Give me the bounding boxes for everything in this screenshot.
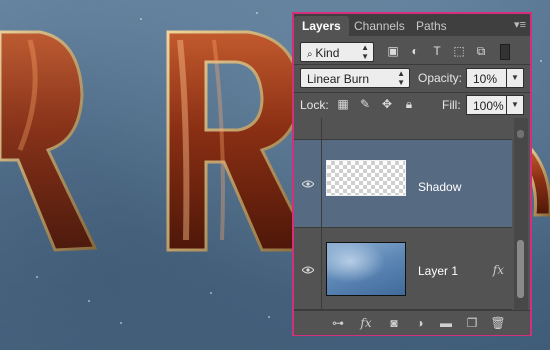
filter-kind-label: Kind: [315, 46, 340, 60]
shape-layer-filter-icon[interactable]: ⬚: [452, 44, 466, 58]
filter-row: ⌕ Kind ▲ ▼ ▣ ◐ T ⬚ ⧉: [300, 40, 524, 64]
stepper-arrows-icon: ▲ ▼: [397, 69, 405, 87]
new-adjustment-layer-icon[interactable]: ◑: [412, 315, 428, 331]
visibility-cell: [294, 228, 322, 309]
visibility-cell: [294, 140, 322, 227]
lock-transparent-pixels-icon[interactable]: ▦: [336, 97, 350, 111]
lock-image-pixels-icon[interactable]: ✎: [358, 97, 372, 111]
delete-layer-trash-icon[interactable]: 🗑︎: [490, 315, 506, 331]
visibility-cell: [294, 118, 322, 139]
add-mask-icon[interactable]: ◙: [386, 315, 402, 331]
lock-position-icon[interactable]: ✥: [380, 97, 394, 111]
layer-name-layer-1[interactable]: Layer 1: [418, 264, 458, 278]
filter-toggle-switch[interactable]: [500, 44, 510, 60]
divider: [294, 64, 530, 65]
pixel-layer-filter-icon[interactable]: ▣: [386, 44, 400, 58]
tab-channels[interactable]: Channels: [346, 16, 413, 36]
fill-dropdown-button[interactable]: ▼: [506, 95, 524, 115]
eye-icon[interactable]: [302, 266, 314, 274]
fill-input[interactable]: 100%: [466, 95, 508, 115]
opacity-label: Opacity:: [418, 71, 463, 85]
panel-footer: ⊶ fx ◙ ◑ ▬ ❐ 🗑︎: [294, 310, 530, 335]
blend-mode-select[interactable]: Linear Burn ▲ ▼: [300, 68, 410, 88]
layer-row-layer-1[interactable]: Layer 1 fx: [294, 228, 512, 310]
type-layer-filter-icon[interactable]: T: [430, 44, 444, 58]
panel-tab-bar: Layers Channels Paths ▾≡: [294, 14, 530, 36]
blend-row: Linear Burn ▲ ▼ Opacity: 10% ▼: [300, 66, 524, 90]
smart-object-filter-icon[interactable]: ⧉: [474, 44, 488, 58]
fill-label: Fill:: [442, 98, 461, 112]
new-group-folder-icon[interactable]: ▬: [438, 315, 454, 331]
tab-layers[interactable]: Layers: [294, 16, 349, 36]
stepper-arrows-icon: ▲ ▼: [361, 43, 369, 61]
layer-row-shadow[interactable]: Shadow: [294, 140, 512, 228]
blend-mode-label: Linear Burn: [307, 72, 370, 86]
lock-row: Lock: ▦ ✎ ✥ 🔒︎ Fill: 100% ▼: [300, 94, 524, 116]
panel-menu-icon[interactable]: ▾≡: [514, 18, 526, 31]
opacity-dropdown-button[interactable]: ▼: [506, 68, 524, 88]
new-layer-icon[interactable]: ❐: [464, 315, 480, 331]
layers-panel: Layers Channels Paths ▾≡ ⌕ Kind ▲ ▼ ▣ ◐ T…: [292, 12, 532, 336]
layer-effects-icon[interactable]: fx: [493, 263, 504, 277]
add-layer-style-button[interactable]: fx: [358, 315, 374, 331]
lock-label: Lock:: [300, 98, 329, 112]
divider: [294, 92, 530, 93]
layers-list: Shadow Layer 1 fx: [294, 118, 530, 310]
layer-name-shadow[interactable]: Shadow: [418, 180, 461, 194]
lock-all-icon[interactable]: 🔒︎: [402, 97, 416, 111]
layer-thumbnail-transparent[interactable]: [326, 160, 406, 196]
eye-icon[interactable]: [302, 180, 314, 188]
link-layers-icon[interactable]: ⊶: [330, 315, 346, 331]
layer-thumbnail-photo[interactable]: [326, 242, 406, 296]
adjustment-layer-filter-icon[interactable]: ◐: [408, 44, 422, 58]
layer-row-partial[interactable]: [294, 118, 512, 140]
tab-paths[interactable]: Paths: [408, 16, 455, 36]
scrollbar-thumb[interactable]: [517, 240, 524, 298]
scrollbar-top-handle[interactable]: [517, 130, 524, 138]
layers-scrollbar[interactable]: [514, 118, 528, 310]
opacity-input[interactable]: 10%: [466, 68, 508, 88]
filter-kind-select[interactable]: ⌕ Kind ▲ ▼: [300, 42, 374, 62]
